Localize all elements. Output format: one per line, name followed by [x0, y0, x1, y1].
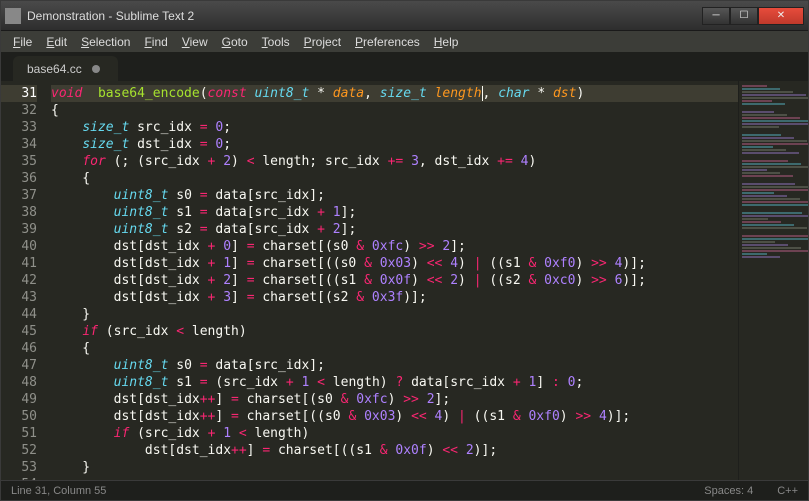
menu-file[interactable]: File — [7, 33, 38, 51]
code-area[interactable]: void base64_encode(const uint8_t * data,… — [43, 81, 738, 480]
menu-help[interactable]: Help — [428, 33, 465, 51]
app-window: Demonstration - Sublime Text 2 ─ ☐ ✕ Fil… — [0, 0, 809, 501]
menu-edit[interactable]: Edit — [40, 33, 73, 51]
menu-selection[interactable]: Selection — [75, 33, 136, 51]
line-gutter[interactable]: 3132333435363738394041424344454647484950… — [1, 81, 43, 480]
minimap[interactable] — [738, 81, 808, 480]
menubar: File Edit Selection Find View Goto Tools… — [1, 31, 808, 53]
menu-tools[interactable]: Tools — [256, 33, 296, 51]
menu-view[interactable]: View — [176, 33, 214, 51]
menu-project[interactable]: Project — [298, 33, 347, 51]
window-title: Demonstration - Sublime Text 2 — [27, 9, 702, 23]
menu-find[interactable]: Find — [138, 33, 173, 51]
syntax-language[interactable]: C++ — [777, 485, 798, 497]
dirty-indicator-icon — [92, 65, 100, 73]
titlebar[interactable]: Demonstration - Sublime Text 2 ─ ☐ ✕ — [1, 1, 808, 31]
minimize-button[interactable]: ─ — [702, 7, 730, 25]
tab-label: base64.cc — [27, 62, 82, 76]
close-button[interactable]: ✕ — [758, 7, 804, 25]
menu-preferences[interactable]: Preferences — [349, 33, 426, 51]
maximize-button[interactable]: ☐ — [730, 7, 758, 25]
menu-goto[interactable]: Goto — [216, 33, 254, 51]
editor: 3132333435363738394041424344454647484950… — [1, 81, 808, 480]
statusbar: Line 31, Column 55 Spaces: 4 C++ — [1, 480, 808, 500]
app-icon — [5, 8, 21, 24]
tabbar: base64.cc — [1, 53, 808, 81]
indent-setting[interactable]: Spaces: 4 — [704, 485, 753, 497]
tab-base64[interactable]: base64.cc — [13, 56, 118, 81]
cursor-position[interactable]: Line 31, Column 55 — [11, 485, 106, 497]
